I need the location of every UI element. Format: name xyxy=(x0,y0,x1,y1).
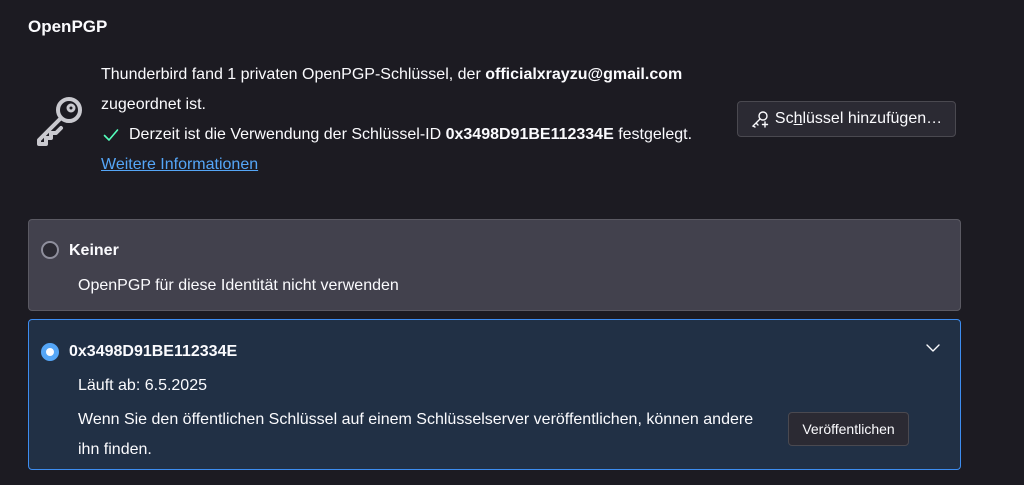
key-icon xyxy=(37,97,82,146)
option-key[interactable]: 0x3498D91BE112334E Läuft ab: 6.5.2025 We… xyxy=(28,319,961,470)
key-info-line-2: zugeordnet ist. xyxy=(101,96,206,113)
option-none-description: OpenPGP für diese Identität nicht verwen… xyxy=(78,277,399,294)
checkmark-icon xyxy=(103,129,119,141)
key-expiry: Läuft ab: 6.5.2025 xyxy=(78,377,207,394)
key-info: Thunderbird fand 1 privaten OpenPGP-Schl… xyxy=(101,60,721,180)
option-none-title: Keiner xyxy=(69,242,119,259)
add-key-button[interactable]: Schlüssel hinzufügen… xyxy=(737,101,956,137)
option-key-title: 0x3498D91BE112334E xyxy=(69,343,238,360)
key-info-text: Thunderbird fand 1 privaten OpenPGP-Schl… xyxy=(101,66,486,83)
section-title: OpenPGP xyxy=(28,17,108,36)
key-info-line-1: Thunderbird fand 1 privaten OpenPGP-Schl… xyxy=(101,60,721,90)
option-none[interactable]: Keiner OpenPGP für diese Identität nicht… xyxy=(28,219,961,311)
radio-none[interactable] xyxy=(41,241,59,259)
chevron-down-icon[interactable] xyxy=(925,340,941,356)
add-key-button-label: Schlüssel hinzufügen… xyxy=(774,110,943,127)
radio-key[interactable] xyxy=(41,343,59,361)
key-plus-icon xyxy=(751,111,769,128)
more-info-link[interactable]: Weitere Informationen xyxy=(101,156,258,173)
key-status: Derzeit ist die Verwendung der Schlüssel… xyxy=(101,120,721,150)
identity-email: officialxrayzu@gmail.com xyxy=(485,66,683,83)
key-status-text: Derzeit ist die Verwendung der Schlüssel… xyxy=(129,126,693,143)
publish-description: Wenn Sie den öffentlichen Schlüssel auf … xyxy=(78,411,754,458)
status-key-id: 0x3498D91BE112334E xyxy=(445,126,614,143)
publish-button[interactable]: Veröffentlichen xyxy=(788,412,909,446)
